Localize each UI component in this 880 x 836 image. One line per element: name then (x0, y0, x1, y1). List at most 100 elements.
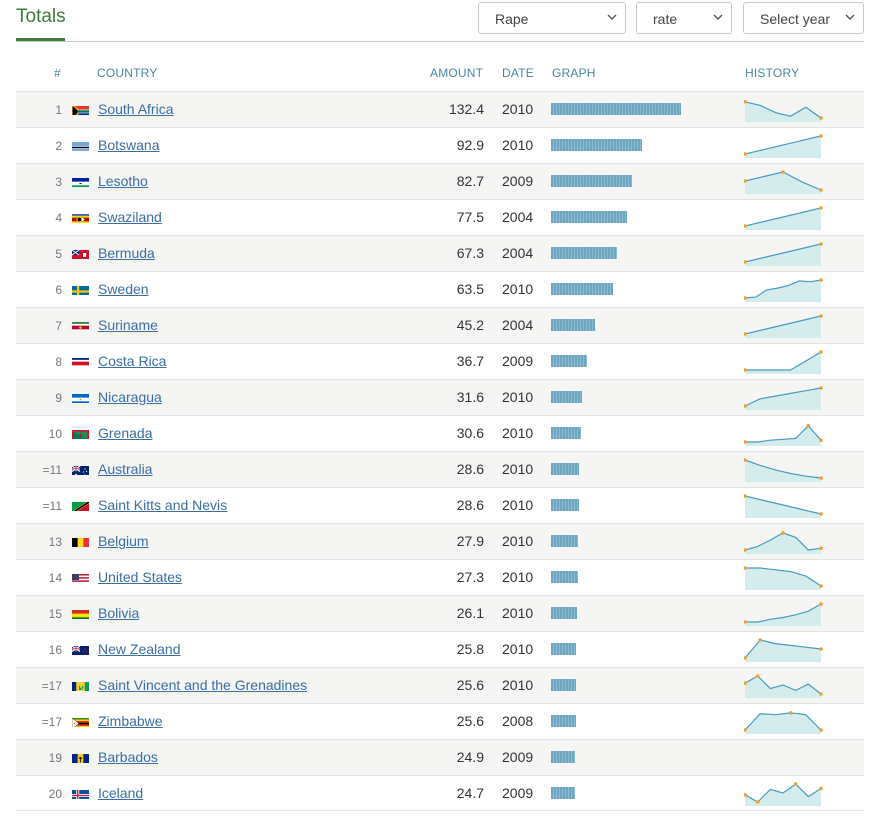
year-select[interactable]: Select year (743, 2, 864, 34)
country-link[interactable]: South Africa (98, 101, 174, 117)
ranking-table: 1 South Africa 132.4 2010 2 Botswana 92.9 2010 3… (16, 91, 864, 811)
column-header-amount[interactable]: AMOUNT (430, 66, 483, 80)
sparkline-area (745, 712, 821, 734)
table-row: 20 Iceland 24.7 2009 (16, 775, 864, 811)
amount-cell: 67.3 (456, 245, 484, 261)
country-link[interactable]: Suriname (98, 317, 158, 333)
history-sparkline (744, 242, 823, 266)
table-row: 14 United States 27.3 2010 (16, 559, 864, 595)
sparkline-point (819, 188, 823, 192)
table-row: 6 Sweden 63.5 2010 (16, 271, 864, 307)
history-sparkline (744, 638, 823, 662)
rank-cell: 1 (55, 103, 62, 117)
country-link[interactable]: Nicaragua (98, 389, 162, 405)
country-link[interactable]: Iceland (98, 785, 143, 801)
amount-bar (551, 319, 595, 331)
date-cell: 2010 (502, 605, 534, 621)
amount-bar (551, 751, 575, 763)
date-cell: 2010 (502, 641, 534, 657)
country-link[interactable]: United States (98, 569, 182, 585)
sparkline-point (819, 584, 823, 588)
page-title: Totals (16, 6, 66, 27)
amount-bar (551, 535, 578, 547)
amount-bar (551, 247, 617, 259)
sparkline-point (755, 800, 760, 804)
sparkline-area (745, 532, 821, 554)
sparkline-area (745, 280, 821, 302)
rank-cell: 9 (55, 391, 62, 405)
country-link[interactable]: Botswana (98, 137, 159, 153)
country-link[interactable]: Swaziland (98, 209, 162, 225)
rank-cell: 8 (55, 355, 62, 369)
amount-bar (551, 391, 582, 403)
country-link[interactable]: Australia (98, 461, 152, 477)
table-row: 10 Grenada 30.6 2010 (16, 415, 864, 451)
country-link[interactable]: Bermuda (98, 245, 155, 261)
date-cell: 2010 (502, 281, 534, 297)
rank-cell: =17 (41, 715, 62, 729)
amount-cell: 27.9 (456, 533, 484, 549)
flag-icon-us (72, 572, 89, 583)
sparkline-point (758, 638, 762, 642)
sparkline-point (781, 531, 785, 535)
amount-bar (551, 355, 587, 367)
column-header-date[interactable]: DATE (502, 66, 534, 80)
amount-cell: 27.3 (456, 569, 484, 585)
history-sparkline (744, 458, 823, 482)
sparkline-area (745, 460, 821, 482)
sparkline-point (819, 350, 823, 354)
country-link[interactable]: Saint Kitts and Nevis (98, 497, 227, 513)
table-row: 19 Barbados 24.9 2009 (16, 739, 864, 775)
date-cell: 2010 (502, 497, 534, 513)
history-sparkline (744, 674, 823, 698)
rank-cell: 14 (48, 571, 62, 585)
country-link[interactable]: Belgium (98, 533, 149, 549)
country-link[interactable]: Costa Rica (98, 353, 166, 369)
amount-bar (551, 571, 578, 583)
flag-icon-zw (72, 716, 89, 727)
table-row: 5 Bermuda 67.3 2004 (16, 235, 864, 271)
history-sparkline (744, 424, 823, 446)
sparkline-point (819, 512, 823, 516)
crime-type-value: Rape (495, 11, 529, 27)
table-row: 1 South Africa 132.4 2010 (16, 91, 864, 127)
table-row: =17 Saint Vincent and the Grenadines 25.6 2… (16, 667, 864, 703)
flag-icon-se (72, 284, 89, 295)
country-link[interactable]: Barbados (98, 749, 158, 765)
amount-cell: 28.6 (456, 497, 484, 513)
country-link[interactable]: Lesotho (98, 173, 148, 189)
flag-icon-nz (72, 644, 89, 655)
sparkline-point (819, 786, 823, 791)
sparkline-area (745, 604, 821, 626)
crime-type-select[interactable]: Rape (478, 2, 626, 34)
country-link[interactable]: Grenada (98, 425, 152, 441)
sparkline-area (745, 172, 821, 194)
sparkline-area (745, 640, 821, 662)
flag-icon-is (72, 788, 89, 799)
table-row: =17 Zimbabwe 25.6 2008 (16, 703, 864, 739)
history-sparkline (744, 206, 823, 230)
rank-cell: 20 (48, 787, 62, 801)
sparkline-point (819, 728, 823, 732)
date-cell: 2010 (502, 425, 534, 441)
column-header-rank[interactable]: # (54, 66, 61, 80)
amount-cell: 24.9 (456, 749, 484, 765)
column-header-country[interactable]: COUNTRY (97, 66, 158, 80)
country-link[interactable]: Bolivia (98, 605, 139, 621)
measure-select[interactable]: rate (636, 2, 732, 34)
amount-cell: 28.6 (456, 461, 484, 477)
country-link[interactable]: Zimbabwe (98, 713, 163, 729)
country-link[interactable]: Sweden (98, 281, 149, 297)
history-sparkline (744, 602, 823, 626)
table-row: =11 Saint Kitts and Nevis 28.6 2010 (16, 487, 864, 523)
chevron-down-icon (845, 14, 855, 20)
history-sparkline (744, 566, 823, 590)
sparkline-point (819, 546, 823, 550)
country-link[interactable]: New Zealand (98, 641, 181, 657)
table-row: 8 Costa Rica 36.7 2009 (16, 343, 864, 379)
chevron-down-icon (713, 14, 723, 20)
country-link[interactable]: Saint Vincent and the Grenadines (98, 677, 307, 693)
amount-cell: 30.6 (456, 425, 484, 441)
column-header-graph: GRAPH (552, 66, 596, 80)
date-cell: 2010 (502, 461, 534, 477)
